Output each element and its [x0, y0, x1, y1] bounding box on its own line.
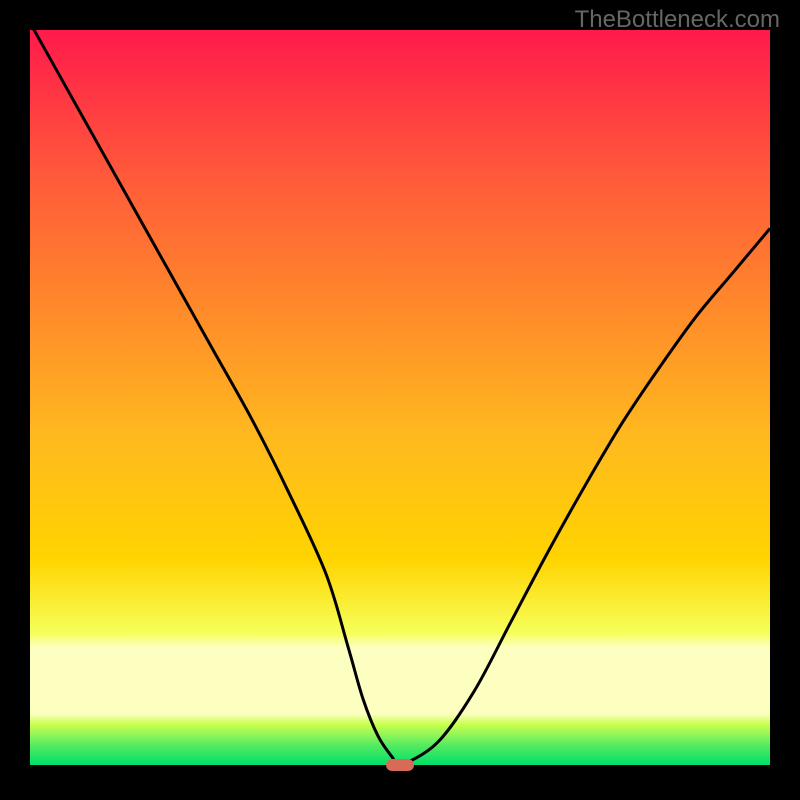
- bottleneck-curve: [30, 30, 770, 765]
- curve-minimum-marker: [386, 759, 414, 771]
- chart-panel: [30, 30, 770, 765]
- page-root: TheBottleneck.com: [0, 0, 800, 800]
